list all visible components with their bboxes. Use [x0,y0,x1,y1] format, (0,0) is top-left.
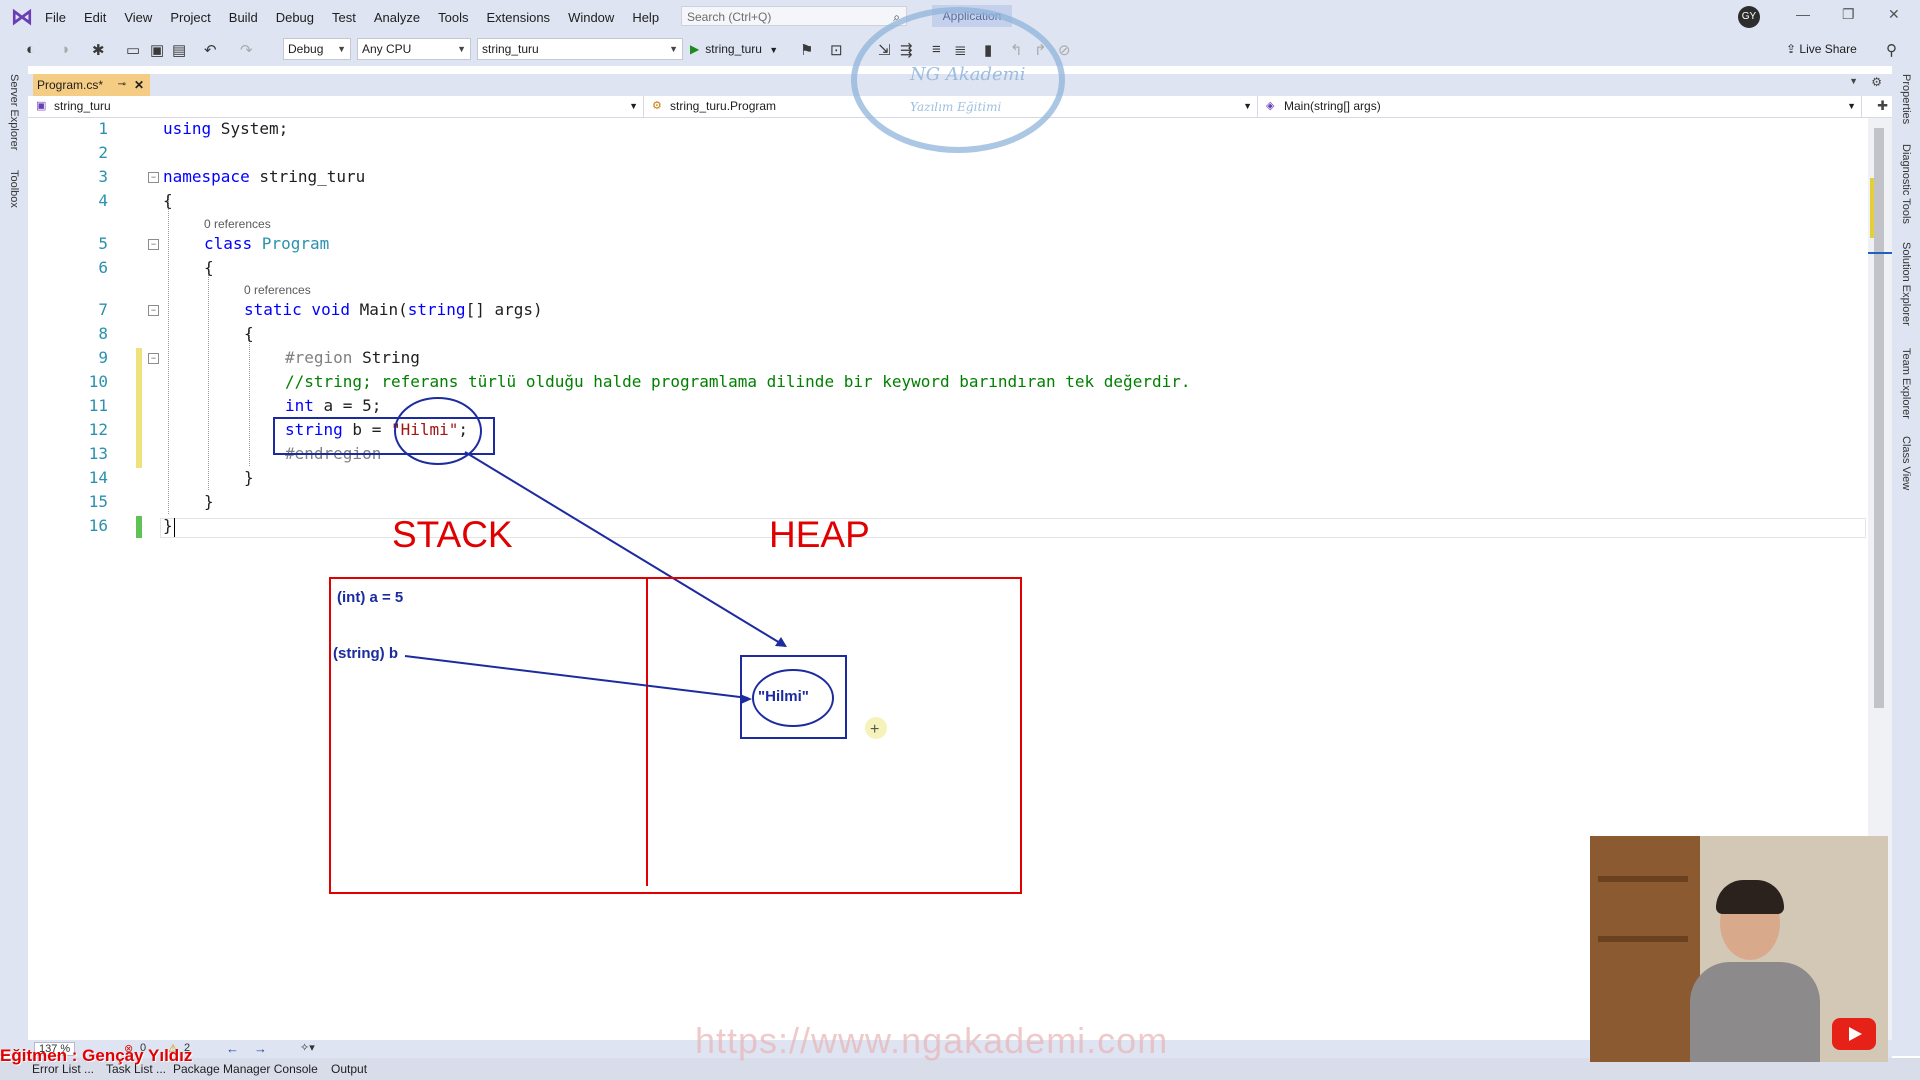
stack-item-b: (string) b [333,645,398,662]
watermark-logo-subtitle: Yazılım Eğitimi [910,100,1002,114]
presenter [1680,876,1830,1062]
presenter-hair [1716,880,1784,914]
webcam-shelf-board [1598,876,1688,882]
reference-arrow [404,655,749,699]
output-tab[interactable]: Output [331,1062,367,1076]
memory-diagram-box [329,577,1022,894]
webcam-overlay [1590,836,1888,1062]
stack-label: STACK [392,514,513,555]
instructor-caption: Eğitmen : Gençay Yıldız [0,1046,193,1065]
crosshair-icon: + [870,721,879,738]
stack-item-a: (int) a = 5 [337,589,404,606]
heap-object-value: "Hilmi" [758,688,809,705]
code-to-heap-arrow [464,451,786,647]
heap-label: HEAP [769,514,870,555]
watermark-logo-title: NG Akademi [910,64,1026,85]
website-watermark: https://www.ngakademi.com [695,1020,1169,1061]
package-manager-console-tab[interactable]: Package Manager Console [173,1062,318,1076]
presenter-body [1690,962,1820,1062]
navigate-back-icon[interactable]: ← [226,1041,239,1056]
webcam-shelf-board [1598,936,1688,942]
youtube-icon [1832,1018,1876,1050]
code-cleanup-icon[interactable]: ✧▾ [300,1041,315,1054]
arrowhead [740,694,752,704]
navigate-forward-icon[interactable]: → [254,1041,267,1056]
line12-highlight-box [273,417,495,455]
